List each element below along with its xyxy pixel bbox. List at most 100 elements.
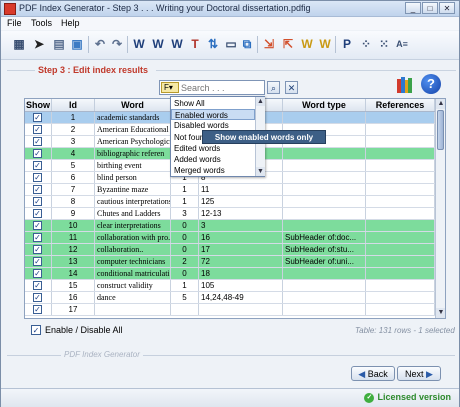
redo-icon[interactable]: ↷ bbox=[109, 36, 125, 52]
show-checkbox[interactable]: ✓ bbox=[33, 209, 42, 218]
table-scrollbar[interactable]: ▲ ▼ bbox=[435, 99, 445, 318]
search-input[interactable] bbox=[181, 82, 261, 93]
col-id[interactable]: Id bbox=[52, 99, 95, 111]
merge-icon[interactable]: ⇅ bbox=[205, 36, 221, 52]
filter-menu-item[interactable]: Merged words bbox=[171, 165, 255, 176]
window-icon[interactable]: ▭ bbox=[223, 36, 239, 52]
show-checkbox[interactable]: ✓ bbox=[33, 305, 42, 314]
pages-cell: 16 bbox=[199, 232, 283, 243]
count-cell: 2 bbox=[171, 256, 199, 267]
maximize-button[interactable]: □ bbox=[422, 2, 438, 14]
refs-cell bbox=[366, 160, 435, 171]
filter-menu-item[interactable]: Enabled words bbox=[171, 109, 255, 121]
menu-tools[interactable]: Tools bbox=[31, 18, 52, 28]
show-checkbox[interactable]: ✓ bbox=[33, 161, 42, 170]
word-cell: cautious interpretations bbox=[97, 196, 171, 207]
filter-menu-item[interactable]: Added words bbox=[171, 154, 255, 165]
table-row[interactable]: ✓ 16 dance 5 14,24,48-49 bbox=[25, 292, 435, 304]
show-checkbox[interactable]: ✓ bbox=[33, 137, 42, 146]
clear-search-icon[interactable]: ✕ bbox=[285, 81, 298, 94]
word-w-icon[interactable]: W bbox=[131, 36, 147, 52]
grid-icon[interactable]: ▦ bbox=[11, 36, 27, 52]
search-icon[interactable]: ⌕ bbox=[267, 81, 280, 94]
word-w-add-icon[interactable]: W bbox=[169, 36, 185, 52]
show-checkbox[interactable]: ✓ bbox=[33, 281, 42, 290]
minimize-button[interactable]: _ bbox=[405, 2, 421, 14]
duplicate-icon[interactable]: ⧉ bbox=[239, 36, 255, 52]
books-icon[interactable] bbox=[397, 76, 412, 93]
dropdown-scroll-down-icon[interactable]: ▼ bbox=[256, 167, 265, 176]
show-checkbox[interactable]: ✓ bbox=[33, 197, 42, 206]
refs-cell bbox=[366, 112, 435, 123]
close-button[interactable]: ✕ bbox=[439, 2, 455, 14]
col-word-type[interactable]: Word type bbox=[283, 99, 366, 111]
cursor-icon[interactable]: ➤ bbox=[31, 36, 47, 52]
crown-w-alt-icon[interactable]: W bbox=[317, 36, 333, 52]
window-title: PDF Index Generator - Step 3 . . . Writi… bbox=[19, 3, 311, 13]
undo-icon[interactable]: ↶ bbox=[92, 36, 108, 52]
export-icon[interactable]: ▣ bbox=[69, 36, 85, 52]
enable-all-toggle[interactable]: ✓ Enable / Disable All bbox=[31, 325, 123, 335]
pages-cell: 105 bbox=[199, 280, 283, 291]
show-checkbox[interactable]: ✓ bbox=[33, 221, 42, 230]
next-arrow-icon: ▶ bbox=[426, 369, 433, 379]
table-row[interactable]: ✓ 17 bbox=[25, 304, 435, 316]
show-checkbox[interactable]: ✓ bbox=[33, 293, 42, 302]
show-checkbox[interactable]: ✓ bbox=[33, 257, 42, 266]
col-references[interactable]: References bbox=[366, 99, 435, 111]
text-size-icon[interactable]: T bbox=[187, 36, 203, 52]
scroll-thumb[interactable] bbox=[437, 110, 444, 150]
back-button[interactable]: ◀ Back bbox=[351, 366, 395, 381]
type-cell: SubHeader of:stu... bbox=[283, 244, 366, 255]
footer-label: PDF Index Generator bbox=[61, 350, 143, 359]
table-row[interactable]: ✓ 11 collaboration with pro... 0 16 SubHeader… bbox=[25, 232, 435, 244]
show-checkbox[interactable]: ✓ bbox=[33, 269, 42, 278]
split-icon[interactable]: ⁘ bbox=[358, 36, 374, 52]
refs-cell bbox=[366, 124, 435, 135]
table-row[interactable]: ✓ 12 collaboration.. 0 17 SubHeader of:stu... bbox=[25, 244, 435, 256]
show-cell: ✓ bbox=[25, 172, 52, 183]
print-icon[interactable]: ▤ bbox=[51, 36, 67, 52]
table-row[interactable]: ✓ 15 construct validity 1 105 bbox=[25, 280, 435, 292]
filter-menu-item[interactable]: Show All bbox=[171, 98, 255, 109]
join-icon[interactable]: ⁙ bbox=[376, 36, 392, 52]
scroll-down-icon[interactable]: ▼ bbox=[436, 308, 445, 318]
show-cell: ✓ bbox=[25, 148, 52, 159]
table-row[interactable]: ✓ 13 computer technicians 2 72 SubHeader of:u… bbox=[25, 256, 435, 268]
show-checkbox[interactable]: ✓ bbox=[33, 173, 42, 182]
back-arrow-icon: ◀ bbox=[358, 369, 366, 379]
id-cell: 13 bbox=[52, 256, 95, 267]
license-status: ✓ Licensed version bbox=[364, 392, 451, 403]
abc-icon[interactable]: A≡ bbox=[394, 36, 410, 52]
word-cell: clear interpretations bbox=[95, 220, 171, 231]
id-cell: 11 bbox=[52, 232, 95, 243]
table-row[interactable]: ✓ 8 cautious interpretations 1 125 bbox=[25, 196, 435, 208]
show-checkbox[interactable]: ✓ bbox=[33, 113, 42, 122]
next-button[interactable]: Next ▶ bbox=[397, 366, 441, 381]
show-checkbox[interactable]: ✓ bbox=[33, 149, 42, 158]
help-icon[interactable]: ? bbox=[421, 74, 441, 94]
table-row[interactable]: ✓ 9 Chutes and Ladders 3 12-13 bbox=[25, 208, 435, 220]
crown-w-icon[interactable]: W bbox=[299, 36, 315, 52]
filter-button[interactable]: F▾ bbox=[161, 82, 179, 93]
subheader-icon[interactable]: ⇲ bbox=[261, 36, 277, 52]
col-word[interactable]: Word bbox=[95, 99, 171, 111]
word-cell: collaboration.. bbox=[95, 244, 171, 255]
table-row[interactable]: ✓ 10 clear interpretations 0 3 bbox=[25, 220, 435, 232]
show-checkbox[interactable]: ✓ bbox=[33, 185, 42, 194]
copy-words-icon[interactable]: ⇱ bbox=[280, 36, 296, 52]
dropdown-scroll-up-icon[interactable]: ▲ bbox=[256, 97, 265, 106]
show-checkbox[interactable]: ✓ bbox=[33, 233, 42, 242]
table-row[interactable]: ✓ 14 conditional matriculati... 0 18 bbox=[25, 268, 435, 280]
menu-file[interactable]: File bbox=[7, 18, 22, 28]
col-show[interactable]: Show bbox=[25, 99, 52, 111]
paragraph-icon[interactable]: P bbox=[339, 36, 355, 52]
pages-cell bbox=[199, 304, 283, 315]
show-checkbox[interactable]: ✓ bbox=[33, 125, 42, 134]
show-checkbox[interactable]: ✓ bbox=[33, 245, 42, 254]
scroll-up-icon[interactable]: ▲ bbox=[436, 99, 445, 109]
enable-all-checkbox[interactable]: ✓ bbox=[31, 325, 41, 335]
word-w-edit-icon[interactable]: W bbox=[150, 36, 166, 52]
menu-help[interactable]: Help bbox=[61, 18, 80, 28]
table-row[interactable]: ✓ 7 Byzantine maze 1 11 bbox=[25, 184, 435, 196]
